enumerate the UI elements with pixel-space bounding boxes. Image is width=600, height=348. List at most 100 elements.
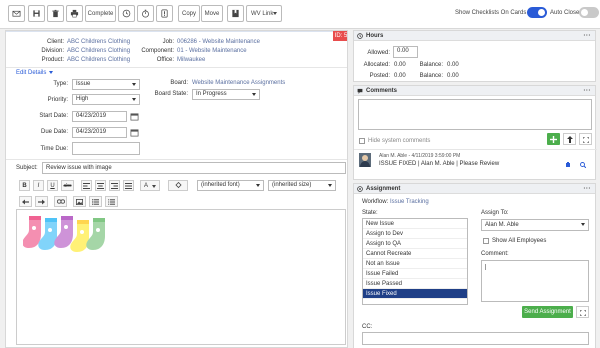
comment-textarea[interactable]: [358, 99, 592, 130]
allocated-value: 0.00: [394, 62, 406, 68]
allocated-label: Allocated:: [363, 62, 390, 68]
more-options-icon[interactable]: ···: [584, 31, 592, 41]
italic-button[interactable]: I: [33, 180, 44, 191]
allowed-input[interactable]: 0.00: [393, 46, 418, 58]
assignment-comment-textarea[interactable]: [481, 260, 589, 302]
top-accent-line: [6, 31, 347, 32]
search-icon[interactable]: [580, 162, 586, 168]
show-all-checkbox[interactable]: [483, 238, 489, 244]
align-center-button[interactable]: [95, 180, 106, 191]
move-button[interactable]: Move: [201, 5, 223, 22]
stopwatch-button[interactable]: [137, 5, 154, 22]
plus-icon: [550, 136, 557, 143]
upload-button[interactable]: [563, 133, 576, 145]
more-options-icon[interactable]: ···: [584, 86, 592, 96]
product-label: Product:: [41, 57, 64, 63]
bold-button[interactable]: B: [19, 180, 30, 191]
highlight-color-button[interactable]: [168, 180, 188, 191]
underline-button[interactable]: U: [47, 180, 58, 191]
balance-label: Balance:: [419, 73, 443, 79]
undo-button[interactable]: [19, 196, 32, 207]
state-list[interactable]: New Issue Assign to Dev Assign to QA Can…: [362, 218, 468, 305]
link-button[interactable]: [54, 196, 67, 207]
clock-button[interactable]: [118, 5, 135, 22]
align-left-button[interactable]: [81, 180, 92, 191]
editor-content-area[interactable]: [16, 209, 346, 345]
send-assignment-button[interactable]: Send Assignment: [522, 306, 573, 318]
assign-to-value: Alan M. Able: [485, 222, 519, 228]
board-value: Website Maintenance Assignments: [192, 80, 286, 86]
id-badge: ID: 5: [333, 31, 348, 41]
alert-button[interactable]: [156, 5, 173, 22]
font-size-select[interactable]: (inherited size): [268, 180, 336, 191]
font-family-select[interactable]: (inherited font): [197, 180, 264, 191]
divider: [6, 67, 347, 68]
state-option[interactable]: Assign to Dev: [363, 229, 467, 239]
save-button[interactable]: [28, 5, 45, 22]
due-date-label: Due Date:: [40, 129, 68, 135]
state-option[interactable]: Issue Failed: [363, 269, 467, 279]
add-comment-button[interactable]: [547, 133, 560, 145]
attachment-icon[interactable]: [565, 162, 571, 168]
align-right-icon: [111, 182, 118, 189]
state-option[interactable]: Assign to QA: [363, 239, 467, 249]
state-option[interactable]: New Issue: [363, 219, 467, 229]
wv-link-dropdown[interactable]: WV Link: [246, 5, 282, 22]
allowed-label: Allowed:: [367, 50, 390, 56]
time-due-label: Time Due:: [40, 146, 68, 152]
priority-value: High: [76, 96, 89, 102]
calendar-icon[interactable]: [130, 112, 139, 121]
redo-button[interactable]: [35, 196, 48, 207]
print-icon: [70, 9, 79, 18]
priority-select[interactable]: High: [72, 94, 140, 105]
socks-image[interactable]: [23, 214, 115, 256]
numbered-list-button[interactable]: [105, 196, 118, 207]
state-label: State:: [362, 210, 378, 216]
edit-details-link[interactable]: Edit Details: [16, 70, 54, 76]
delete-button[interactable]: [47, 5, 64, 22]
type-select[interactable]: Issue: [72, 79, 140, 90]
comments-header: Comments ···: [354, 86, 595, 96]
board-state-select[interactable]: In Progress: [192, 89, 260, 100]
auto-close-toggle[interactable]: [579, 7, 599, 18]
redo-icon: [38, 199, 45, 204]
align-center-icon: [97, 182, 104, 189]
chevron-down-icon: [152, 185, 156, 188]
state-option-selected[interactable]: Issue Fixed: [363, 289, 467, 299]
state-option[interactable]: Cannot Recreate: [363, 249, 467, 259]
avatar: [359, 153, 371, 167]
strikethrough-button[interactable]: abc: [61, 180, 74, 191]
expand-button[interactable]: [576, 306, 589, 318]
email-button[interactable]: [8, 5, 25, 22]
state-option[interactable]: Issue Passed: [363, 279, 467, 289]
bullet-list-button[interactable]: [89, 196, 102, 207]
subject-input[interactable]: Review issue with image: [42, 162, 346, 174]
complete-button[interactable]: Complete: [85, 5, 116, 22]
print-button[interactable]: [66, 5, 83, 22]
cc-input[interactable]: [362, 332, 589, 345]
expand-button[interactable]: [579, 133, 592, 145]
calendar-icon[interactable]: [130, 128, 139, 137]
more-options-icon[interactable]: ···: [584, 184, 592, 194]
show-checklists-toggle[interactable]: [527, 7, 547, 18]
save-icon: [33, 10, 40, 17]
balance-value: 0.00: [447, 73, 459, 79]
justify-button[interactable]: [123, 180, 134, 191]
image-button[interactable]: [73, 196, 86, 207]
hours-header: Hours ···: [354, 31, 595, 41]
font-color-button[interactable]: A: [140, 180, 160, 191]
hide-system-checkbox[interactable]: [359, 138, 365, 144]
align-right-button[interactable]: [109, 180, 120, 191]
toolbar: Complete Copy Move WV Link Show Checklis…: [0, 0, 600, 29]
time-due-input[interactable]: [72, 142, 140, 155]
comment-icon: [357, 88, 363, 94]
assign-to-select[interactable]: Alan M. Able: [481, 219, 589, 231]
copy-button[interactable]: Copy: [178, 5, 200, 22]
chevron-down-icon: [273, 12, 277, 15]
start-date-label: Start Date:: [39, 113, 68, 119]
division-value: ABC Childrens Clothing: [67, 48, 131, 54]
bookmark-button[interactable]: [227, 5, 244, 22]
state-option[interactable]: Not an Issue: [363, 259, 467, 269]
due-date-input[interactable]: 04/23/2019: [72, 127, 127, 138]
start-date-input[interactable]: 04/23/2019: [72, 111, 127, 122]
